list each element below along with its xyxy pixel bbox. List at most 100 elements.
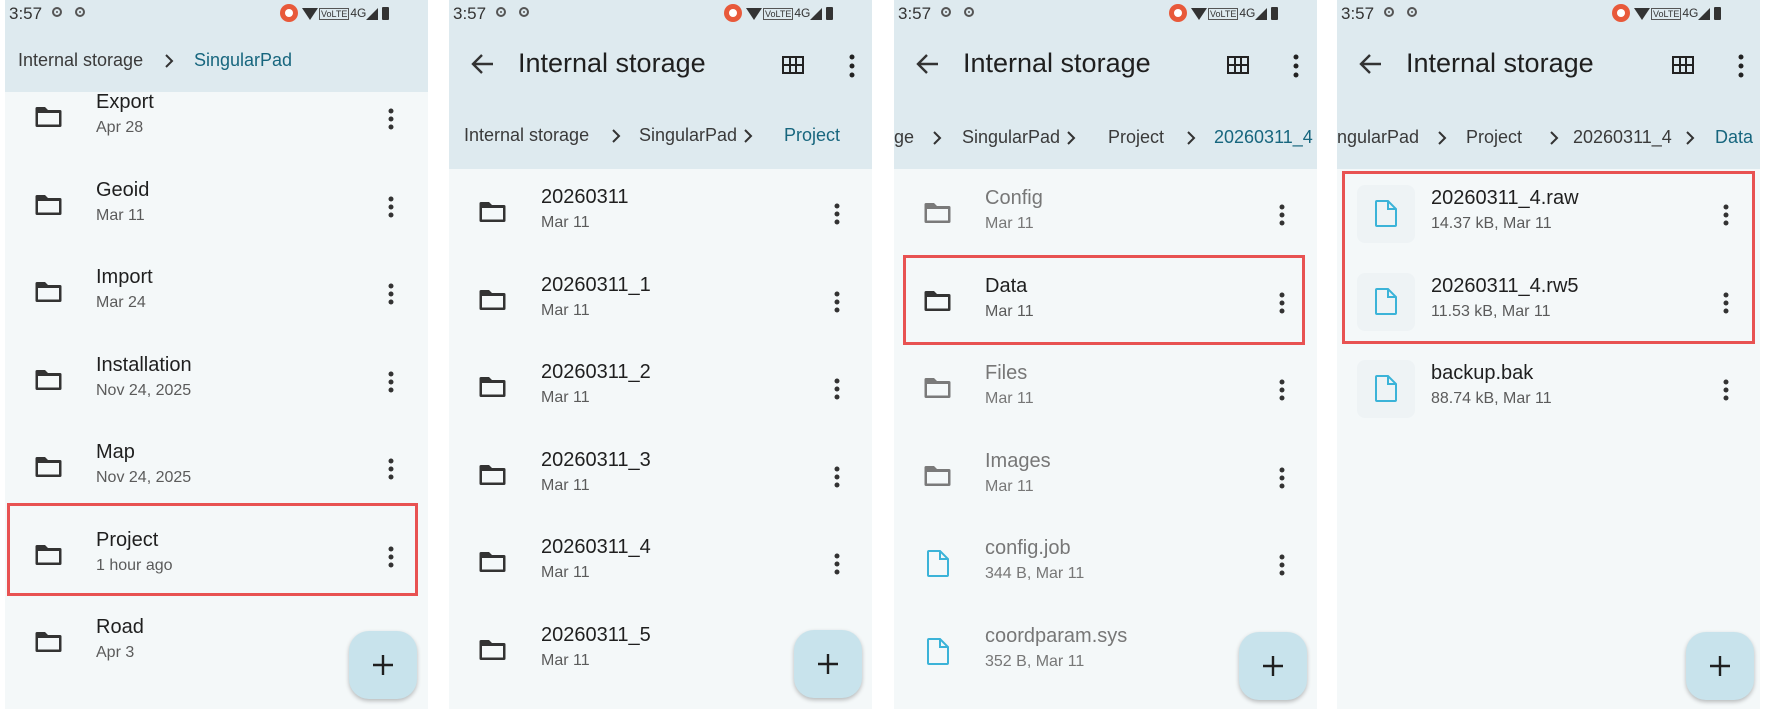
status-time: 3:57 — [898, 4, 932, 23]
item-more-options-icon[interactable] — [1279, 292, 1285, 314]
folder-icon — [35, 631, 62, 658]
file-icon — [1375, 200, 1397, 232]
folder-icon — [924, 377, 951, 404]
back-arrow-icon[interactable] — [914, 50, 942, 78]
breadcrumb-item-current[interactable]: Project — [784, 125, 840, 146]
item-more-options-icon[interactable] — [388, 108, 394, 130]
item-name: Map — [96, 441, 135, 463]
item-more-options-icon[interactable] — [388, 196, 394, 218]
item-meta: Nov 24, 2025 — [96, 381, 192, 399]
breadcrumb-item[interactable]: Internal storage — [464, 125, 589, 146]
item-meta: Mar 11 — [985, 215, 1034, 232]
item-name: Import — [96, 266, 153, 288]
more-options-icon[interactable] — [1293, 54, 1299, 78]
folder-icon — [924, 290, 951, 317]
item-more-options-icon[interactable] — [834, 553, 840, 575]
folder-icon — [479, 464, 506, 491]
folder-row[interactable]: 20260311_2 Mar 11 — [449, 349, 872, 427]
add-fab-button[interactable] — [1239, 632, 1307, 700]
item-name: Data — [985, 274, 1028, 297]
back-arrow-icon[interactable] — [1357, 50, 1385, 78]
more-options-icon[interactable] — [849, 54, 855, 78]
breadcrumb-item[interactable]: ge — [894, 127, 914, 148]
item-meta: Mar 11 — [541, 301, 590, 319]
grid-view-icon[interactable] — [1227, 56, 1249, 74]
breadcrumb-item[interactable]: Project — [1466, 127, 1522, 148]
screen-project: 3:57 VoLTE 4G Internal storage Internal s… — [449, 0, 872, 709]
item-meta: Mar 11 — [985, 477, 1034, 495]
folder-row[interactable]: Data Mar 11 — [894, 263, 1317, 341]
item-more-options-icon[interactable] — [388, 371, 394, 393]
wifi-icon — [1634, 7, 1650, 20]
more-options-icon[interactable] — [1738, 54, 1744, 78]
item-meta: Mar 11 — [541, 389, 590, 406]
screen-singularpad: 3:57 VoLTE 4G Internal storage SingularPa… — [5, 0, 428, 709]
folder-row[interactable]: Files Mar 11 — [894, 350, 1317, 428]
item-name: 20260311_4 — [541, 536, 651, 558]
status-bar: 3:57 VoLTE 4G — [449, 0, 872, 30]
breadcrumb-item[interactable]: SingularPad — [962, 127, 1060, 148]
breadcrumb-item-current[interactable]: SingularPad — [194, 50, 292, 71]
item-more-options-icon[interactable] — [834, 378, 840, 400]
folder-row[interactable]: Installation Nov 24, 2025 — [5, 342, 428, 420]
item-name: 20260311_2 — [541, 361, 651, 383]
status-bar: 3:57 VoLTE 4G — [5, 0, 428, 30]
sync-icon — [964, 7, 974, 17]
app-bar: Internal storage ngularPad Project 20260… — [1337, 30, 1760, 169]
item-more-options-icon[interactable] — [1279, 467, 1285, 489]
folder-row[interactable]: Project 1 hour ago — [5, 517, 428, 595]
file-row[interactable]: config.job 344 B, Mar 11 — [894, 525, 1317, 603]
item-more-options-icon[interactable] — [1723, 292, 1729, 314]
folder-row[interactable]: 20260311_3 Mar 11 — [449, 437, 872, 515]
status-icons: VoLTE 4G — [1634, 6, 1721, 21]
item-meta: Mar 11 — [541, 476, 590, 494]
breadcrumb-item[interactable]: SingularPad — [639, 125, 737, 146]
folder-row[interactable]: Import Mar 24 — [5, 254, 428, 332]
breadcrumb-item-current[interactable]: 20260311_4 — [1214, 127, 1313, 148]
file-row[interactable]: backup.bak 88.74 kB, Mar 11 — [1337, 350, 1760, 428]
item-more-options-icon[interactable] — [1279, 554, 1285, 576]
item-more-options-icon[interactable] — [388, 458, 394, 480]
add-fab-button[interactable] — [349, 631, 417, 699]
folder-row[interactable]: Images Mar 11 — [894, 438, 1317, 516]
breadcrumb-item[interactable]: ngularPad — [1337, 127, 1419, 148]
grid-view-icon[interactable] — [1672, 56, 1694, 74]
folder-row[interactable]: Geoid Mar 11 — [5, 167, 428, 245]
signal-icon — [366, 7, 379, 20]
folder-row[interactable]: Export Apr 28 — [5, 79, 428, 157]
folder-row[interactable]: 20260311 Mar 11 — [449, 174, 872, 252]
breadcrumb-item[interactable]: Internal storage — [18, 50, 143, 71]
add-fab-button[interactable] — [794, 630, 862, 698]
chevron-right-icon — [1067, 131, 1076, 145]
add-fab-button[interactable] — [1686, 632, 1754, 700]
breadcrumb-item[interactable]: Project — [1108, 127, 1164, 148]
folder-row[interactable]: Config Mar 11 — [894, 175, 1317, 253]
item-more-options-icon[interactable] — [388, 283, 394, 305]
item-meta: 11.53 kB, Mar 11 — [1431, 302, 1551, 320]
item-more-options-icon[interactable] — [1723, 379, 1729, 401]
item-more-options-icon[interactable] — [1279, 379, 1285, 401]
folder-row[interactable]: 20260311_4 Mar 11 — [449, 524, 872, 602]
item-more-options-icon[interactable] — [834, 466, 840, 488]
item-more-options-icon[interactable] — [1723, 204, 1729, 226]
status-bar: 3:57 VoLTE 4G — [1337, 0, 1760, 30]
breadcrumb-item[interactable]: 20260311_4 — [1573, 127, 1672, 148]
back-arrow-icon[interactable] — [469, 50, 497, 78]
folder-icon — [35, 456, 62, 483]
file-row[interactable]: 20260311_4.raw 14.37 kB, Mar 11 — [1337, 175, 1760, 253]
file-row[interactable]: 20260311_4.rw5 11.53 kB, Mar 11 — [1337, 263, 1760, 341]
item-meta: Mar 11 — [541, 214, 590, 231]
grid-view-icon[interactable] — [782, 56, 804, 74]
app-bar: Internal storage Internal storage Singul… — [449, 30, 872, 169]
item-more-options-icon[interactable] — [834, 203, 840, 225]
item-more-options-icon[interactable] — [1279, 204, 1285, 226]
item-more-options-icon[interactable] — [834, 291, 840, 313]
network-type: 4G — [350, 6, 367, 20]
chevron-right-icon — [165, 54, 174, 68]
folder-row[interactable]: Map Nov 24, 2025 — [5, 429, 428, 507]
item-more-options-icon[interactable] — [388, 546, 394, 568]
sync-icon — [519, 7, 529, 17]
breadcrumb-item-current[interactable]: Data — [1715, 127, 1753, 148]
folder-icon — [479, 639, 506, 666]
folder-row[interactable]: 20260311_1 Mar 11 — [449, 262, 872, 340]
